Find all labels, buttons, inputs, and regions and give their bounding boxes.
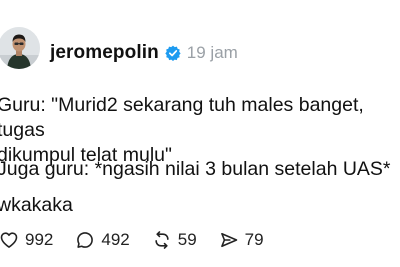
like-button[interactable]: 992 bbox=[0, 230, 53, 250]
username[interactable]: jeromepolin bbox=[50, 42, 159, 64]
share-icon bbox=[220, 232, 237, 248]
repost-button[interactable]: 59 bbox=[152, 230, 197, 250]
avatar[interactable] bbox=[0, 27, 40, 69]
verified-icon bbox=[165, 45, 181, 61]
post-header: jeromepolin 19 jam bbox=[50, 40, 238, 66]
share-button[interactable]: 79 bbox=[219, 230, 264, 250]
like-count: 992 bbox=[25, 230, 54, 249]
post-body: Guru: "Murid2 sekarang tuh males banget,… bbox=[0, 93, 397, 216]
repost-icon bbox=[155, 231, 169, 249]
reply-count: 492 bbox=[101, 230, 130, 249]
post-paragraph: wkakaka bbox=[0, 194, 73, 216]
reply-button[interactable]: 492 bbox=[75, 230, 130, 250]
share-count: 79 bbox=[244, 230, 264, 249]
post-paragraph: Juga guru: *ngasih nilai 3 bulan setelah… bbox=[0, 158, 391, 180]
timestamp: 19 jam bbox=[186, 43, 238, 62]
post-card: jeromepolin 19 jam Guru: "Murid2 sekaran… bbox=[0, 0, 400, 267]
reply-icon bbox=[77, 232, 94, 248]
action-bar: 992 492 59 79 bbox=[0, 227, 286, 253]
heart-icon bbox=[0, 232, 18, 248]
repost-count: 59 bbox=[177, 230, 197, 249]
avatar-image bbox=[0, 27, 40, 69]
